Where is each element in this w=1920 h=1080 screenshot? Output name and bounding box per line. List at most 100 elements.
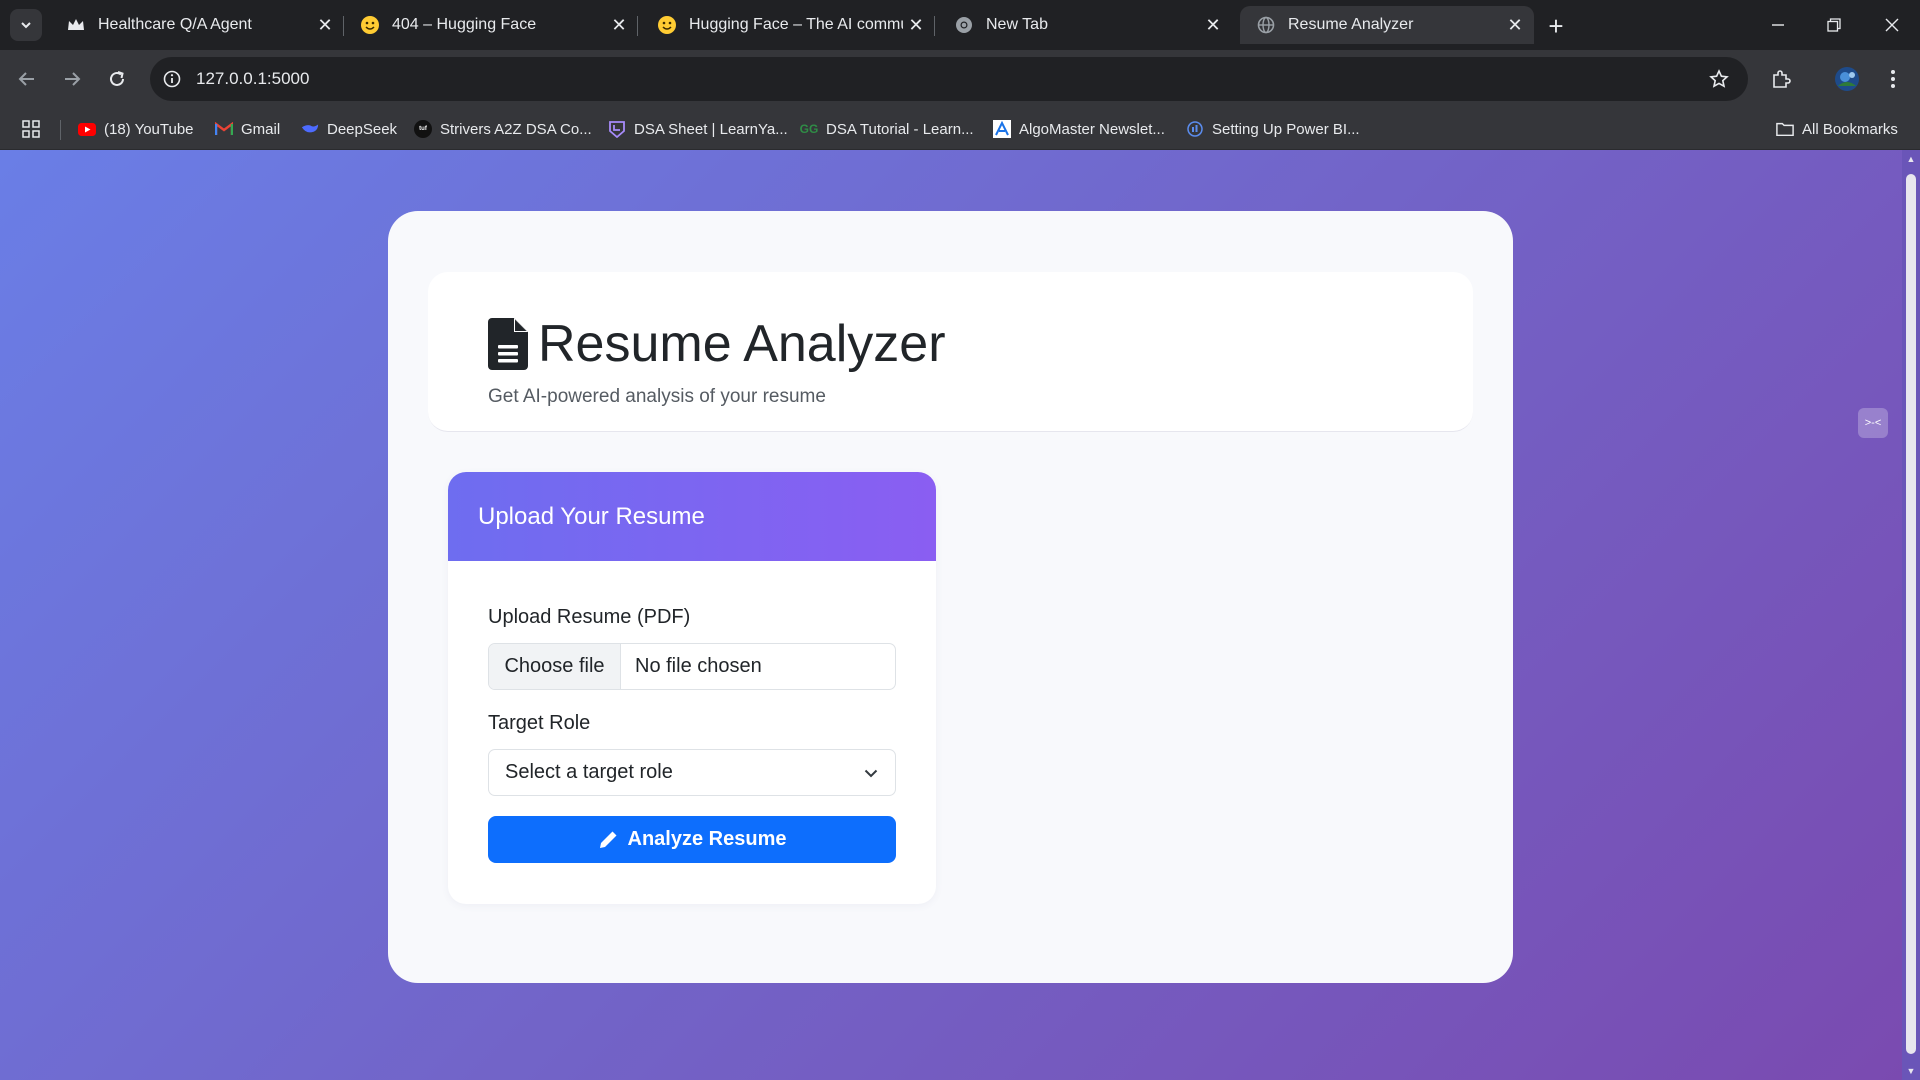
close-icon[interactable]: ✕ — [312, 12, 338, 38]
browser-menu-button[interactable] — [1876, 62, 1910, 96]
forward-button[interactable] — [55, 62, 89, 96]
analyze-button-label: Analyze Resume — [627, 828, 787, 850]
apps-grid-icon — [22, 120, 40, 138]
close-window-button[interactable] — [1864, 0, 1920, 50]
bookmark-youtube[interactable]: (18) YouTube — [78, 118, 194, 140]
tab-new-tab[interactable]: New Tab ✕ — [938, 6, 1232, 44]
target-role-label: Target Role — [488, 712, 591, 734]
scrollbar-thumb[interactable] — [1906, 174, 1916, 1054]
reload-button[interactable] — [100, 62, 134, 96]
tab-divider — [934, 16, 935, 36]
upload-card: Upload Your Resume Upload Resume (PDF) C… — [448, 472, 936, 904]
bookmark-label: DSA Sheet | LearnYa... — [634, 120, 788, 138]
scroll-up-arrow-icon[interactable]: ▲ — [1906, 154, 1916, 164]
resume-file-input[interactable]: Choose file No file chosen — [488, 643, 896, 690]
bookmark-label: (18) YouTube — [104, 120, 194, 138]
main-container: Resume Analyzer Get AI-powered analysis … — [388, 211, 1513, 983]
arrow-left-icon — [18, 72, 34, 86]
close-icon[interactable]: ✕ — [903, 12, 929, 38]
url-text: 127.0.0.1:5000 — [196, 69, 310, 88]
minimize-icon — [1772, 24, 1784, 26]
choose-file-button[interactable]: Choose file — [489, 644, 621, 689]
bookmark-label: DSA Tutorial - Learn... — [826, 120, 974, 138]
close-icon[interactable]: ✕ — [1502, 12, 1528, 38]
close-icon[interactable]: ✕ — [1200, 12, 1226, 38]
puzzle-icon — [1773, 70, 1791, 88]
target-role-select[interactable]: Select a target role — [488, 749, 896, 796]
profile-avatar[interactable] — [1830, 62, 1864, 96]
arrow-right-icon — [65, 72, 81, 86]
tab-title: Hugging Face – The AI community building… — [689, 16, 903, 33]
upload-form: Upload Resume (PDF) Choose file No file … — [488, 606, 896, 863]
close-icon[interactable]: ✕ — [606, 12, 632, 38]
scroll-down-arrow-icon[interactable]: ▼ — [1906, 1066, 1916, 1076]
algomaster-icon — [993, 120, 1011, 138]
chevron-down-icon — [864, 769, 878, 777]
hugging-face-icon — [657, 15, 677, 35]
youtube-icon — [78, 120, 96, 138]
avatar-icon — [1835, 67, 1859, 91]
target-role-selected: Select a target role — [505, 761, 673, 783]
kebab-menu-icon — [1891, 70, 1895, 88]
restore-button[interactable] — [1806, 0, 1862, 50]
bookmark-algomaster[interactable]: AlgoMaster Newslet... — [993, 118, 1165, 140]
bookmark-star-icon[interactable] — [1702, 62, 1736, 96]
crown-icon — [66, 15, 86, 35]
bookmark-powerbi[interactable]: Setting Up Power BI... — [1186, 118, 1360, 140]
address-bar[interactable]: 127.0.0.1:5000 — [150, 57, 1748, 101]
analyze-resume-button[interactable]: Analyze Resume — [488, 816, 896, 863]
bookmark-gmail[interactable]: Gmail — [215, 118, 280, 140]
bookmark-gfg[interactable]: GG DSA Tutorial - Learn... — [800, 118, 974, 140]
page-title: Resume Analyzer — [538, 315, 946, 373]
tab-strip: Healthcare Q/A Agent ✕ 404 – Hugging Fac… — [0, 0, 1920, 50]
tab-resume-analyzer[interactable]: Resume Analyzer ✕ — [1240, 6, 1534, 44]
plus-icon: + — [1548, 10, 1564, 41]
browser-toolbar: 127.0.0.1:5000 — [0, 50, 1920, 108]
page-subtitle: Get AI-powered analysis of your resume — [488, 386, 826, 407]
powerbi-icon — [1186, 120, 1204, 138]
upload-card-header: Upload Your Resume — [448, 472, 936, 561]
new-tab-button[interactable]: + — [1540, 10, 1572, 42]
bookmarks-divider — [60, 120, 61, 140]
upload-card-heading: Upload Your Resume — [478, 502, 705, 530]
tab-search-button[interactable] — [10, 9, 42, 41]
gmail-icon — [215, 120, 233, 138]
hugging-face-icon — [360, 15, 380, 35]
bookmarks-bar: (18) YouTube Gmail DeepSeek tuf Strivers… — [0, 108, 1920, 150]
bookmark-deepseek[interactable]: DeepSeek — [301, 118, 397, 140]
tuf-icon: tuf — [414, 120, 432, 138]
globe-icon — [1256, 15, 1276, 35]
file-status-text: No file chosen — [635, 655, 762, 677]
tab-404-hugging-face[interactable]: 404 – Hugging Face ✕ — [344, 6, 638, 44]
file-document-icon — [488, 318, 528, 370]
bookmark-label: Strivers A2Z DSA Co... — [440, 120, 592, 138]
bookmark-learnyard[interactable]: DSA Sheet | LearnYa... — [608, 118, 788, 140]
code-icon: >-< — [1864, 417, 1882, 429]
gfg-icon: GG — [799, 122, 819, 136]
learnyard-icon — [608, 120, 626, 138]
tab-title: Resume Analyzer — [1288, 16, 1414, 33]
tab-title: 404 – Hugging Face — [392, 16, 537, 33]
minimize-button[interactable] — [1750, 0, 1806, 50]
tab-hugging-face-home[interactable]: Hugging Face – The AI community building… — [641, 6, 935, 44]
apps-button[interactable] — [22, 118, 40, 140]
tab-title: New Tab — [986, 16, 1048, 33]
tab-healthcare[interactable]: Healthcare Q/A Agent ✕ — [50, 6, 344, 44]
file-upload-label: Upload Resume (PDF) — [488, 606, 691, 628]
bookmark-strivers[interactable]: tuf Strivers A2Z DSA Co... — [414, 118, 592, 140]
pen-icon — [599, 831, 617, 848]
all-bookmarks-button[interactable]: All Bookmarks — [1776, 118, 1898, 140]
extensions-button[interactable] — [1764, 62, 1798, 96]
restore-icon — [1827, 18, 1841, 32]
tab-title: Healthcare Q/A Agent — [98, 16, 252, 33]
folder-icon — [1776, 120, 1794, 138]
page-scrollbar[interactable]: ▲ ▼ — [1902, 150, 1920, 1080]
back-button[interactable] — [10, 62, 44, 96]
chrome-icon — [954, 15, 974, 35]
site-info-icon[interactable] — [158, 65, 186, 93]
extension-side-handle[interactable]: >-< — [1858, 408, 1888, 438]
deepseek-icon — [301, 120, 319, 138]
bookmark-label: Setting Up Power BI... — [1212, 120, 1360, 138]
bookmark-label: Gmail — [241, 120, 281, 138]
bookmark-label: DeepSeek — [327, 120, 398, 138]
